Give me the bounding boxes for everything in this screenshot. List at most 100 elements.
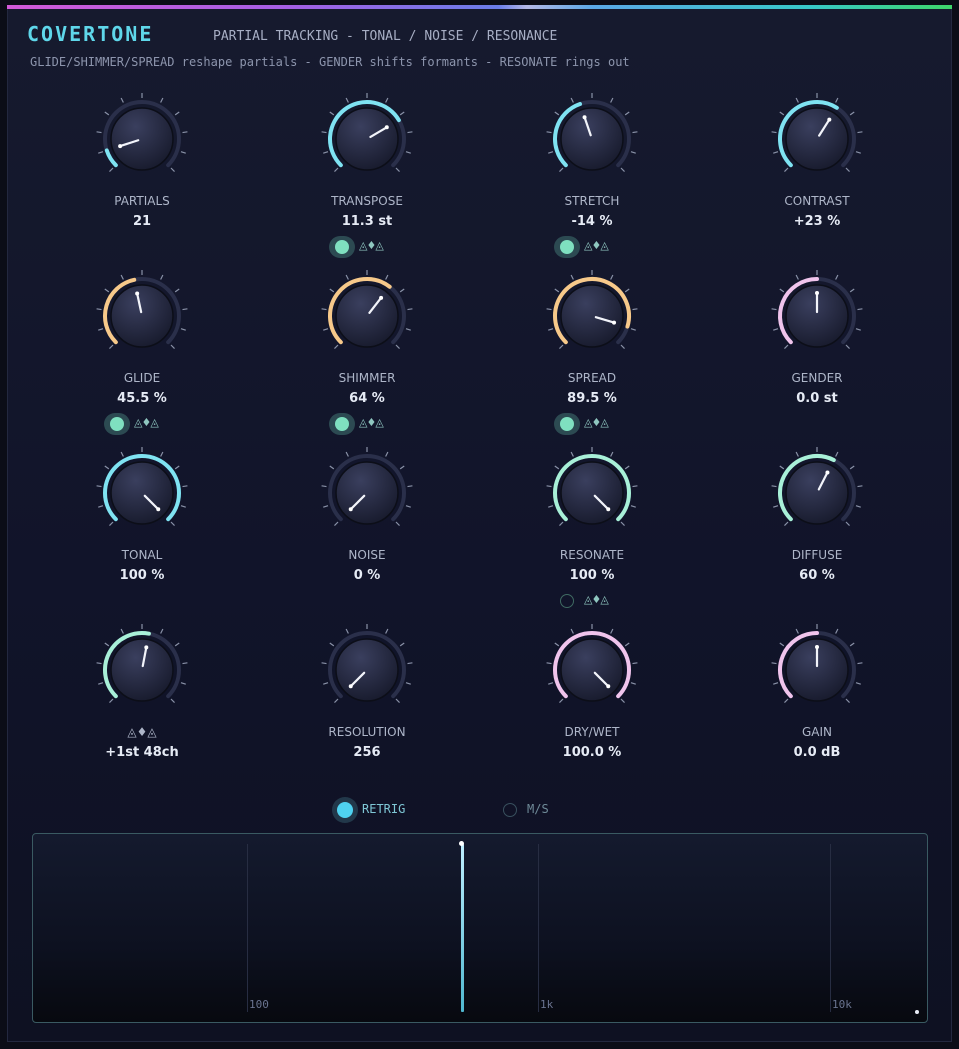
knob-noise[interactable]: NOISE 0 % [287,444,447,584]
shimmer-mod-switch[interactable] [329,413,355,435]
retrig-indicator[interactable] [332,797,358,823]
knob-shimmer[interactable]: SHIMMER 64 % [287,267,447,407]
knob-partials[interactable]: PARTIALS 21 [62,90,222,230]
contrast-value: +23 % [793,214,841,229]
tracking-tick [109,698,114,703]
knob-resonate[interactable]: RESONATE 100 % [512,444,672,584]
gain-dial[interactable] [771,621,867,717]
diffuse-dial[interactable] [771,444,867,540]
transpose-tick [334,167,339,172]
knob-tracking[interactable]: ◬♦◬ +1st 48ch [62,621,222,761]
noise-label: NOISE [348,548,386,562]
glide-mod-switch[interactable] [104,413,130,435]
tonal-tick [170,521,175,526]
transpose-knob-body [335,107,399,171]
partials-dial[interactable] [96,90,192,186]
diffuse-pointer-tip [825,470,830,475]
contrast-dial[interactable] [771,90,867,186]
contrast-tick [773,151,779,154]
glide-tick [96,308,102,311]
ms-indicator[interactable] [497,797,523,823]
tracking-dial[interactable] [96,621,192,717]
glide-tick [174,288,180,293]
resonate-tick [632,485,638,488]
resolution-tick [329,642,335,647]
transpose-mod-switch[interactable] [329,236,355,258]
tracking-tick [182,662,188,665]
partials-tick [182,131,188,134]
shimmer-dial[interactable] [321,267,417,363]
drywet-tick [610,628,614,634]
frequency-marker[interactable] [460,844,464,1012]
resonate-tick [630,505,636,508]
resolution-dial[interactable] [321,621,417,717]
resolution-tick [385,628,389,634]
stretch-mod-switch[interactable] [554,236,580,258]
knob-glide[interactable]: GLIDE 45.5 % [62,267,222,407]
knob-tonal[interactable]: TONAL 100 % [62,444,222,584]
knob-resolution[interactable]: RESOLUTION 256 [287,621,447,761]
glide-tick [182,308,188,311]
tonal-dial[interactable] [96,444,192,540]
stretch-tick [610,97,614,103]
gain-tick [835,628,839,634]
tonal-tick [104,465,110,470]
glide-tick [160,274,164,280]
gender-dial[interactable] [771,267,867,363]
drywet-pointer-tip [606,684,611,689]
partials-tick [120,97,124,103]
resolution-pointer-tip [348,684,353,689]
stretch-tick [570,97,574,103]
resonate-mod-switch[interactable] [554,590,580,612]
resonate-dial[interactable] [546,444,642,540]
spread-tick [554,288,560,293]
knob-diffuse[interactable]: DIFFUSE 60 % [737,444,897,584]
knob-gender[interactable]: GENDER 0.0 st [737,267,897,407]
spread-mod-switch[interactable] [554,413,580,435]
tonal-tick [109,521,114,526]
tonal-tick [160,451,164,457]
noise-dial[interactable] [321,444,417,540]
partials-tick [96,131,102,134]
transpose-tick [385,97,389,103]
tonal-pointer-tip [156,507,161,512]
drywet-tick [630,682,636,685]
resonate-value: 100 % [569,568,615,583]
partials-label: PARTIALS [114,194,170,208]
spread-tick [610,274,614,280]
knob-contrast[interactable]: CONTRAST +23 % [737,90,897,230]
noise-tick [329,465,335,470]
stretch-dial[interactable] [546,90,642,186]
contrast-tick [784,167,789,172]
shimmer-tick [399,288,405,293]
stretch-tick [559,167,564,172]
gain-tick [795,628,799,634]
tonal-tick [96,485,102,488]
transpose-tick [321,131,327,134]
drywet-tick [624,642,630,647]
spectrum-display[interactable]: 100 1k 10k [32,833,928,1023]
resolution-tick [405,682,411,685]
tracking-tick [170,698,175,703]
gridline-10k [830,844,831,1012]
partials-pointer-tip [118,144,123,149]
knob-stretch[interactable]: STRETCH -14 % [512,90,672,230]
knob-drywet[interactable]: DRY/WET 100.0 % [512,621,672,761]
gender-tick [857,308,863,311]
noise-pointer-tip [348,507,353,512]
partials-value: 21 [132,214,152,229]
transpose-pointer-tip [384,125,389,130]
gender-tick [795,274,799,280]
drywet-dial[interactable] [546,621,642,717]
resolution-tick [334,698,339,703]
knob-gain[interactable]: GAIN 0.0 dB [737,621,897,761]
knob-spread[interactable]: SPREAD 89.5 % [512,267,672,407]
tracking-label: ◬♦◬ [127,725,157,739]
glide-dial[interactable] [96,267,192,363]
knob-transpose[interactable]: TRANSPOSE 11.3 st [287,90,447,230]
spread-dial[interactable] [546,267,642,363]
resonate-tick [548,505,554,508]
transpose-dial[interactable] [321,90,417,186]
noise-tick [323,505,329,508]
corner-dot [915,1010,919,1014]
